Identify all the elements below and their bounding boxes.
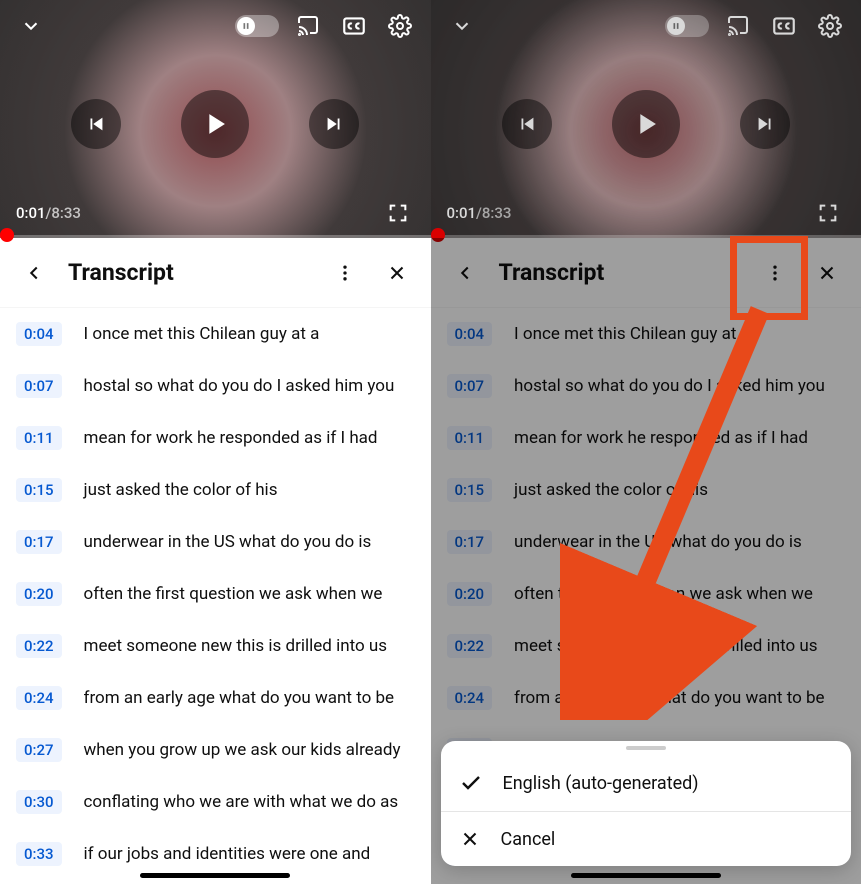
home-indicator xyxy=(140,873,290,878)
transcript-text: just asked the color of his xyxy=(84,479,278,502)
transcript-timestamp[interactable]: 0:04 xyxy=(16,322,62,346)
previous-button[interactable] xyxy=(71,99,121,149)
autoplay-toggle[interactable] xyxy=(235,15,279,37)
progress-thumb[interactable] xyxy=(0,228,14,242)
fullscreen-icon[interactable] xyxy=(381,196,415,230)
screenshot-right: 0:01 / 8:33 Transcript 0:04I once met th… xyxy=(431,0,861,884)
annotation-highlight xyxy=(730,236,808,320)
transcript-text: mean for work he responded as if I had xyxy=(84,427,378,450)
transcript-row[interactable]: 0:15 just asked the color of his xyxy=(0,464,431,516)
video-player[interactable]: 0:01 / 8:33 xyxy=(431,0,861,238)
transcript-text: I once met this Chilean guy at a xyxy=(84,323,320,346)
transcript-timestamp[interactable]: 0:17 xyxy=(16,530,62,554)
transcript-row[interactable]: 0:30 conflating who we are with what we d… xyxy=(0,776,431,828)
sheet-cancel[interactable]: Cancel xyxy=(441,812,852,866)
transcript-title: Transcript xyxy=(68,259,174,286)
time-duration: 8:33 xyxy=(51,204,81,222)
transcript-timestamp[interactable]: 0:11 xyxy=(16,426,62,450)
transcript-header: Transcript xyxy=(0,238,431,308)
progress-bar[interactable] xyxy=(0,235,431,238)
sheet-option-label: English (auto-generated) xyxy=(503,773,699,794)
captions-icon[interactable] xyxy=(767,9,801,43)
transcript-row[interactable]: 0:11 mean for work he responded as if I h… xyxy=(0,412,431,464)
sheet-cancel-label: Cancel xyxy=(501,829,556,850)
more-options-icon[interactable] xyxy=(327,255,363,291)
transcript-text: underwear in the US what do you do is xyxy=(84,531,372,554)
captions-icon[interactable] xyxy=(337,9,371,43)
transcript-timestamp[interactable]: 0:15 xyxy=(16,478,62,502)
sheet-option-english[interactable]: English (auto-generated) xyxy=(441,755,852,811)
gear-icon[interactable] xyxy=(383,9,417,43)
fullscreen-icon[interactable] xyxy=(811,196,845,230)
transcript-timestamp[interactable]: 0:27 xyxy=(16,738,62,762)
screenshot-left: 0:01 / 8:33 Transcript 0:04 I once met th… xyxy=(0,0,431,884)
playback-controls xyxy=(431,90,861,158)
transcript-row[interactable]: 0:07 hostal so what do you do I asked him… xyxy=(0,360,431,412)
time-current: 0:01 xyxy=(16,204,46,222)
transcript-row[interactable]: 0:04 I once met this Chilean guy at a xyxy=(0,308,431,360)
transcript-text: if our jobs and identities were one and xyxy=(84,843,371,866)
transcript-list[interactable]: 0:04 I once met this Chilean guy at a 0:07… xyxy=(0,308,431,884)
player-bottom-bar: 0:01 / 8:33 xyxy=(0,196,431,230)
transcript-timestamp[interactable]: 0:24 xyxy=(16,686,62,710)
time-duration: 8:33 xyxy=(482,204,512,222)
playback-controls xyxy=(0,90,431,158)
transcript-row[interactable]: 0:17 underwear in the US what do you do i… xyxy=(0,516,431,568)
player-bottom-bar: 0:01 / 8:33 xyxy=(431,196,861,230)
autoplay-toggle[interactable] xyxy=(665,15,709,37)
transcript-text: often the first question we ask when we xyxy=(84,583,383,606)
next-button[interactable] xyxy=(740,99,790,149)
gear-icon[interactable] xyxy=(813,9,847,43)
sheet-grabber[interactable] xyxy=(441,741,852,755)
transcript-timestamp[interactable]: 0:07 xyxy=(16,374,62,398)
chevron-down-icon[interactable] xyxy=(14,9,48,43)
close-icon[interactable] xyxy=(379,255,415,291)
time-current: 0:01 xyxy=(447,204,477,222)
transcript-row[interactable]: 0:27 when you grow up we ask our kids alr… xyxy=(0,724,431,776)
chevron-down-icon[interactable] xyxy=(445,9,479,43)
check-icon xyxy=(459,771,483,795)
back-icon[interactable] xyxy=(16,255,52,291)
play-button[interactable] xyxy=(612,90,680,158)
previous-button[interactable] xyxy=(502,99,552,149)
transcript-text: hostal so what do you do I asked him you xyxy=(84,375,395,398)
cast-icon[interactable] xyxy=(721,9,755,43)
transcript-timestamp[interactable]: 0:30 xyxy=(16,790,62,814)
transcript-text: from an early age what do you want to be xyxy=(84,687,395,710)
player-top-bar xyxy=(0,0,431,52)
transcript-row[interactable]: 0:22 meet someone new this is drilled int… xyxy=(0,620,431,672)
transcript-row[interactable]: 0:24 from an early age what do you want t… xyxy=(0,672,431,724)
player-top-bar xyxy=(431,0,861,52)
play-button[interactable] xyxy=(181,90,249,158)
transcript-timestamp[interactable]: 0:33 xyxy=(16,842,62,866)
transcript-timestamp[interactable]: 0:20 xyxy=(16,582,62,606)
transcript-text: conflating who we are with what we do as xyxy=(84,791,399,814)
transcript-text: meet someone new this is drilled into us xyxy=(84,635,388,658)
video-player[interactable]: 0:01 / 8:33 xyxy=(0,0,431,238)
close-icon xyxy=(459,828,481,850)
transcript-text: when you grow up we ask our kids already xyxy=(84,739,401,762)
next-button[interactable] xyxy=(309,99,359,149)
transcript-row[interactable]: 0:20 often the first question we ask when… xyxy=(0,568,431,620)
transcript-timestamp[interactable]: 0:22 xyxy=(16,634,62,658)
language-sheet: English (auto-generated) Cancel xyxy=(441,741,852,866)
cast-icon[interactable] xyxy=(291,9,325,43)
